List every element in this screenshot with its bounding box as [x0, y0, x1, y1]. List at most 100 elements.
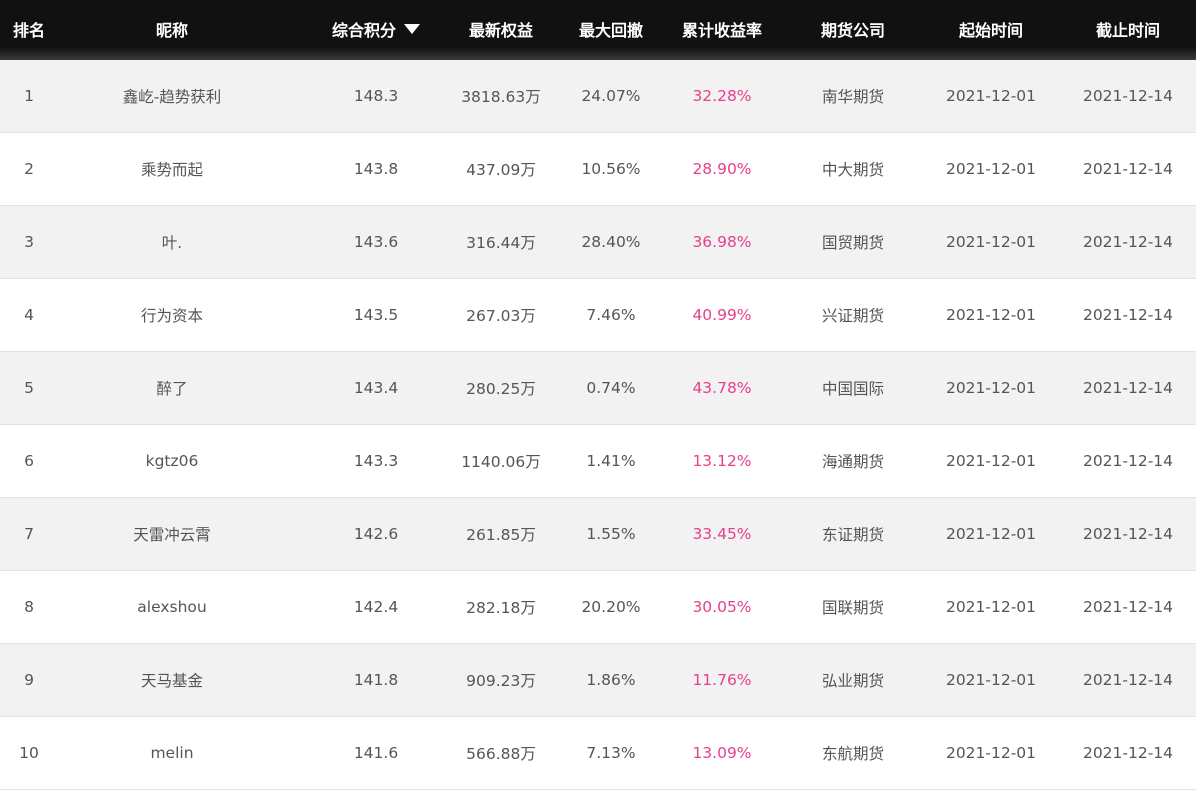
- equity-cell: 1140.06万: [461, 453, 541, 471]
- drawdown-cell: 24.07%: [581, 87, 641, 105]
- nickname-cell[interactable]: 乘势而起: [58, 133, 286, 205]
- nickname-cell[interactable]: 行为资本: [58, 279, 286, 351]
- return-cell: 13.12%: [692, 452, 752, 470]
- equity-cell: 437.09万: [466, 161, 536, 179]
- score-cell: 142.4: [353, 598, 399, 616]
- equity-cell: 280.25万: [466, 380, 536, 398]
- header-company[interactable]: 期货公司: [788, 0, 918, 58]
- start-date-cell: 2021-12-01: [945, 598, 1037, 616]
- return-cell: 32.28%: [692, 87, 752, 105]
- start-date-cell: 2021-12-01: [945, 671, 1037, 689]
- rank-cell: 1: [24, 87, 34, 105]
- return-cell: 28.90%: [692, 160, 752, 178]
- equity-cell: 909.23万: [466, 672, 536, 690]
- start-date-cell: 2021-12-01: [945, 233, 1037, 251]
- company-cell: 国联期货: [821, 599, 884, 617]
- drawdown-cell: 20.20%: [581, 598, 641, 616]
- header-end[interactable]: 截止时间: [1060, 0, 1196, 58]
- nickname-cell[interactable]: 醉了: [58, 352, 286, 424]
- start-date-cell: 2021-12-01: [945, 379, 1037, 397]
- end-date-cell: 2021-12-14: [1082, 160, 1174, 178]
- table-row[interactable]: 5 醉了 143.4 280.25万 0.74% 43.78% 中国国际 2021-12-01…: [0, 352, 1196, 425]
- nickname-cell[interactable]: kgtz06: [58, 425, 286, 497]
- end-date-cell: 2021-12-14: [1082, 744, 1174, 762]
- table-row[interactable]: 6 kgtz06 143.3 1140.06万 1.41% 13.12% 海通期货 2021-…: [0, 425, 1196, 498]
- company-cell: 东证期货: [821, 526, 884, 544]
- table-row[interactable]: 2 乘势而起 143.8 437.09万 10.56% 28.90% 中大期货 2021-12…: [0, 133, 1196, 206]
- score-cell: 143.8: [353, 160, 399, 178]
- drawdown-cell: 28.40%: [581, 233, 641, 251]
- score-cell: 143.4: [353, 379, 399, 397]
- nickname-cell[interactable]: alexshou: [58, 571, 286, 643]
- nickname-cell[interactable]: melin: [58, 717, 286, 789]
- end-date-cell: 2021-12-14: [1082, 525, 1174, 543]
- header-equity[interactable]: 最新权益: [446, 0, 556, 58]
- start-date-cell: 2021-12-01: [945, 160, 1037, 178]
- start-date-cell: 2021-12-01: [945, 525, 1037, 543]
- drawdown-cell: 1.41%: [586, 452, 636, 470]
- header-return[interactable]: 累计收益率: [666, 0, 778, 58]
- header-score-label: 综合积分: [331, 21, 396, 40]
- nickname-cell[interactable]: 天马基金: [58, 644, 286, 716]
- score-cell: 141.6: [353, 744, 399, 762]
- table-row[interactable]: 1 鑫屹-趋势获利 148.3 3818.63万 24.07% 32.28% 南华期货 202…: [0, 60, 1196, 133]
- rank-cell: 5: [24, 379, 34, 397]
- nickname-cell[interactable]: 天雷冲云霄: [58, 498, 286, 570]
- rank-cell: 3: [24, 233, 34, 251]
- rank-cell: 10: [19, 744, 39, 762]
- start-date-cell: 2021-12-01: [945, 744, 1037, 762]
- header-nickname[interactable]: 昵称: [58, 0, 286, 58]
- equity-cell: 566.88万: [466, 745, 536, 763]
- rank-cell: 6: [24, 452, 34, 470]
- return-cell: 43.78%: [692, 379, 752, 397]
- rank-cell: 4: [24, 306, 34, 324]
- sort-desc-icon: [404, 24, 420, 34]
- end-date-cell: 2021-12-14: [1082, 306, 1174, 324]
- table-row[interactable]: 4 行为资本 143.5 267.03万 7.46% 40.99% 兴证期货 2021-12-…: [0, 279, 1196, 352]
- start-date-cell: 2021-12-01: [945, 87, 1037, 105]
- end-date-cell: 2021-12-14: [1082, 87, 1174, 105]
- end-date-cell: 2021-12-14: [1082, 233, 1174, 251]
- table-row[interactable]: 9 天马基金 141.8 909.23万 1.86% 11.76% 弘业期货 2021-12-…: [0, 644, 1196, 717]
- drawdown-cell: 1.86%: [586, 671, 636, 689]
- end-date-cell: 2021-12-14: [1082, 671, 1174, 689]
- table-header: 排名 昵称 综合积分 最新权益 最大回撤 累计收益率 期货公司 起始时间 截止时…: [0, 0, 1196, 60]
- table-row[interactable]: 10 melin 141.6 566.88万 7.13% 13.09% 东航期货 2021-1…: [0, 717, 1196, 790]
- return-cell: 13.09%: [692, 744, 752, 762]
- company-cell: 南华期货: [821, 88, 884, 106]
- drawdown-cell: 10.56%: [581, 160, 641, 178]
- table-row[interactable]: 3 叶. 143.6 316.44万 28.40% 36.98% 国贸期货 2021-12-0…: [0, 206, 1196, 279]
- company-cell: 兴证期货: [821, 307, 884, 325]
- drawdown-cell: 7.13%: [586, 744, 636, 762]
- company-cell: 弘业期货: [821, 672, 884, 690]
- nickname-cell[interactable]: 叶.: [58, 206, 286, 278]
- company-cell: 海通期货: [821, 453, 884, 471]
- score-cell: 148.3: [353, 87, 399, 105]
- company-cell: 中大期货: [821, 161, 884, 179]
- return-cell: 30.05%: [692, 598, 752, 616]
- start-date-cell: 2021-12-01: [945, 306, 1037, 324]
- drawdown-cell: 0.74%: [586, 379, 636, 397]
- header-rank[interactable]: 排名: [0, 0, 58, 58]
- end-date-cell: 2021-12-14: [1082, 452, 1174, 470]
- ranking-table: 排名 昵称 综合积分 最新权益 最大回撤 累计收益率 期货公司 起始时间 截止时…: [0, 0, 1196, 790]
- score-cell: 143.5: [353, 306, 399, 324]
- rank-cell: 8: [24, 598, 34, 616]
- rank-cell: 7: [24, 525, 34, 543]
- return-cell: 36.98%: [692, 233, 752, 251]
- score-cell: 143.6: [353, 233, 399, 251]
- company-cell: 东航期货: [821, 745, 884, 763]
- company-cell: 中国国际: [821, 380, 884, 398]
- header-drawdown[interactable]: 最大回撤: [556, 0, 666, 58]
- equity-cell: 261.85万: [466, 526, 536, 544]
- return-cell: 33.45%: [692, 525, 752, 543]
- table-row[interactable]: 8 alexshou 142.4 282.18万 20.20% 30.05% 国联期货 202…: [0, 571, 1196, 644]
- nickname-cell[interactable]: 鑫屹-趋势获利: [58, 60, 286, 132]
- table-row[interactable]: 7 天雷冲云霄 142.6 261.85万 1.55% 33.45% 东证期货 2021-12…: [0, 498, 1196, 571]
- table-body: 1 鑫屹-趋势获利 148.3 3818.63万 24.07% 32.28% 南华期货 202…: [0, 60, 1196, 790]
- end-date-cell: 2021-12-14: [1082, 379, 1174, 397]
- end-date-cell: 2021-12-14: [1082, 598, 1174, 616]
- header-score-sort[interactable]: 综合积分: [306, 0, 446, 58]
- header-start[interactable]: 起始时间: [922, 0, 1060, 58]
- return-cell: 11.76%: [692, 671, 752, 689]
